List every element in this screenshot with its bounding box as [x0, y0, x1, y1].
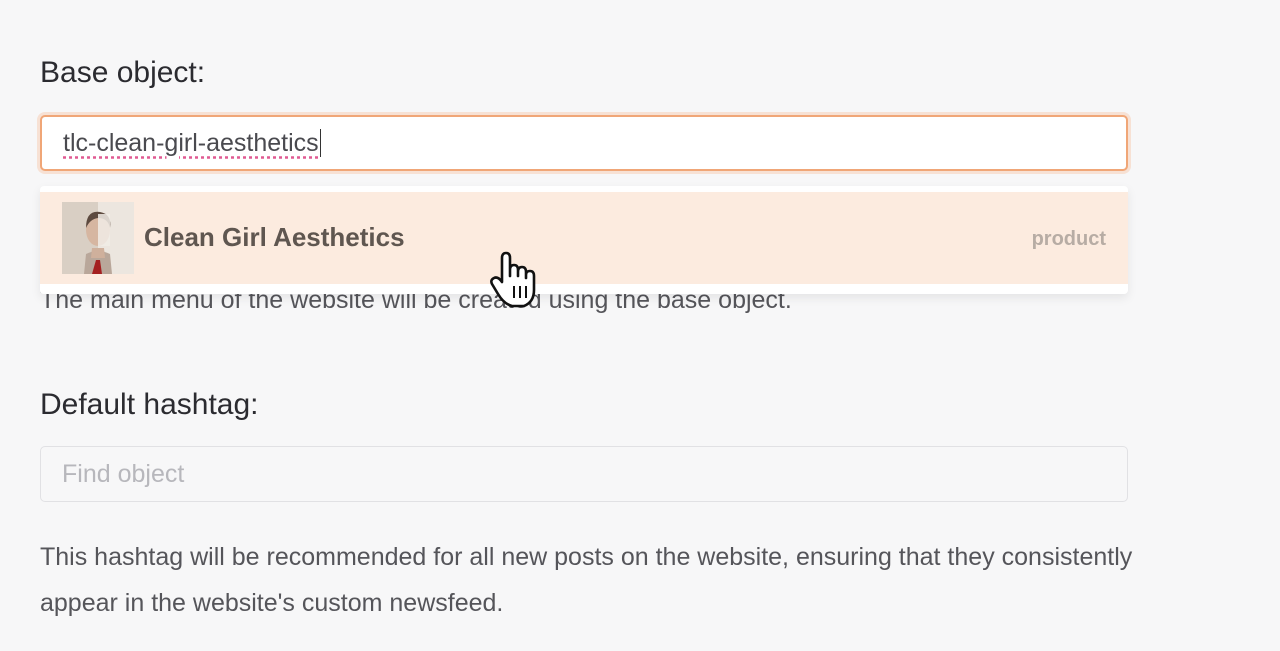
suggestion-title: Clean Girl Aesthetics [144, 222, 405, 252]
default-hashtag-help-text: This hashtag will be recommended for all… [40, 543, 1133, 617]
suggestion-type-badge: product [1031, 228, 1106, 250]
base-object-input-value: tlc-clean-girl-aesthetics [63, 128, 319, 157]
suggestion-option[interactable]: Clean Girl Aesthetics product [40, 192, 1128, 284]
base-object-input[interactable]: tlc-clean-girl-aesthetics [40, 115, 1128, 171]
text-caret [319, 129, 322, 157]
default-hashtag-input[interactable]: Find object [40, 446, 1128, 502]
default-hashtag-label: Default hashtag: [40, 388, 259, 421]
autocomplete-dropdown: Clean Girl Aesthetics product [40, 186, 1128, 294]
hand-pointer-icon [488, 250, 544, 310]
default-hashtag-placeholder: Find object [62, 459, 185, 488]
base-object-label: Base object: [40, 56, 206, 89]
settings-form: Base object: tlc-clean-girl-aesthetics T… [0, 0, 1280, 651]
portrait-thumbnail-icon [62, 202, 134, 274]
